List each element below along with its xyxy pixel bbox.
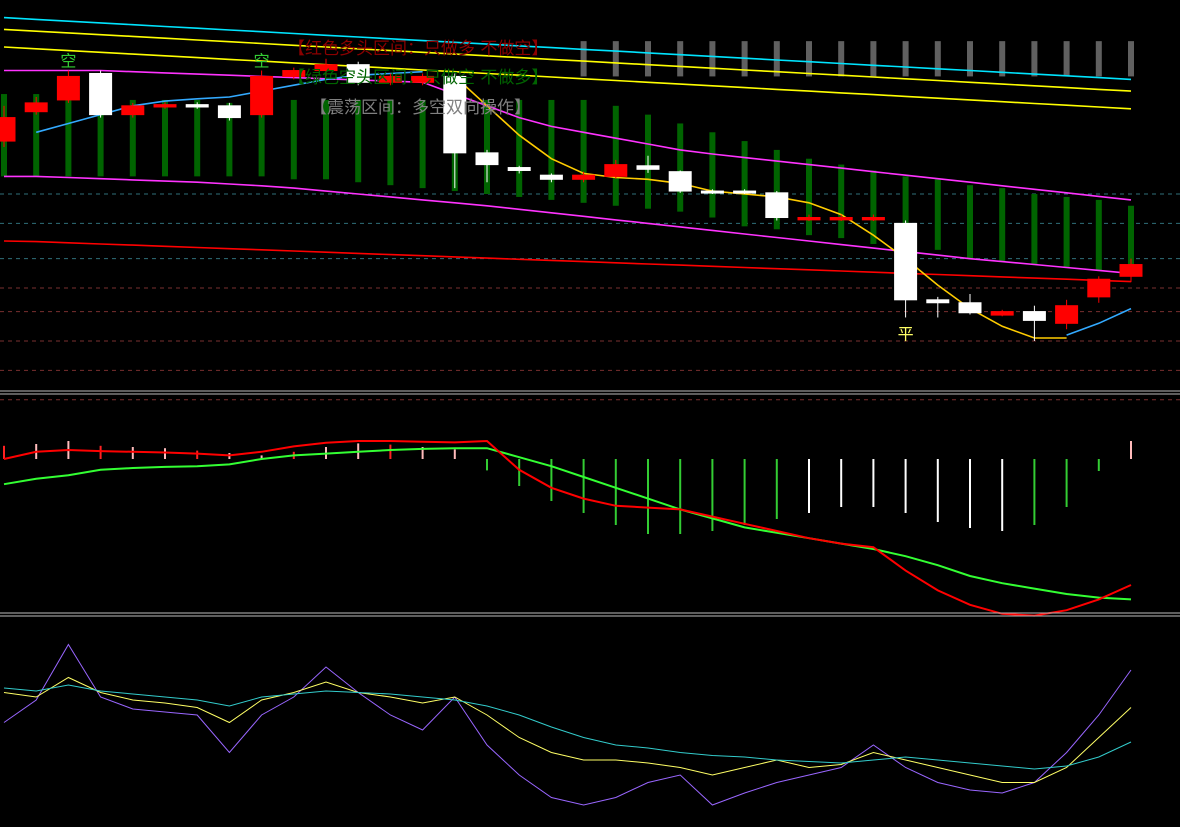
- candle-body: [572, 174, 596, 180]
- candle-body: [89, 72, 113, 116]
- neutral-zone-bar: [1063, 41, 1070, 77]
- neutral-zone-bar: [709, 41, 716, 77]
- bear-zone-bar: [934, 179, 941, 250]
- candle-body: [1087, 278, 1111, 298]
- candle-body: [153, 104, 177, 108]
- candle-body: [56, 75, 80, 101]
- signal-label: 空: [254, 52, 270, 71]
- neutral-zone-bar: [1031, 41, 1038, 77]
- neutral-zone-bar: [1095, 41, 1102, 77]
- bear-zone-bar: [548, 99, 555, 200]
- legend-range: 【震荡区间：多空双向操作】: [310, 98, 531, 118]
- neutral-zone-bar: [838, 41, 845, 77]
- signal-label: 空: [60, 52, 76, 71]
- neutral-zone-bar: [612, 41, 619, 77]
- candle-body: [894, 222, 918, 301]
- bear-zone-bar: [290, 99, 297, 180]
- candle-body: [797, 217, 821, 221]
- bear-zone-bar: [806, 158, 812, 236]
- chart-background: [0, 0, 1180, 827]
- candle-body: [990, 311, 1014, 316]
- bear-zone-bar: [65, 94, 72, 177]
- candle-body: [539, 174, 563, 180]
- bear-zone-bar: [967, 185, 973, 259]
- neutral-zone-bar: [677, 41, 684, 77]
- neutral-zone-bar: [999, 41, 1006, 77]
- candle-body: [668, 171, 692, 192]
- candle-body: [861, 217, 885, 221]
- bear-zone-bar: [194, 99, 201, 177]
- signal-label: 平: [898, 324, 914, 343]
- bear-zone-bar: [1031, 194, 1038, 265]
- neutral-zone-bar: [870, 41, 877, 77]
- legend-bull: 【红色多头区间：只做多 不做空】: [288, 39, 548, 59]
- candle-body: [0, 117, 16, 142]
- bear-zone-bar: [1095, 199, 1102, 271]
- candle-body: [1055, 305, 1079, 324]
- bear-zone-bar: [838, 164, 845, 239]
- legend-bear: 【绿色空头区间：只做空 不做多】: [288, 68, 548, 88]
- bear-zone-bar: [709, 132, 716, 218]
- stock-chart: 空 空平 【红色多头区间：只做多 不做空】 【绿色空头区间：只做空 不做多】 【震…: [0, 0, 1180, 827]
- bear-zone-bar: [612, 105, 619, 206]
- candle-body: [926, 299, 950, 304]
- bear-zone-bar: [580, 99, 587, 203]
- candle-body: [958, 302, 982, 314]
- candle-body: [829, 217, 853, 221]
- candle-body: [1119, 264, 1143, 277]
- neutral-zone-bar: [806, 41, 812, 77]
- candle-body: [121, 105, 145, 116]
- candle-body: [507, 167, 531, 171]
- neutral-zone-bar: [902, 41, 909, 77]
- bear-zone-bar: [1063, 196, 1070, 268]
- candle-body: [185, 104, 209, 108]
- bear-zone-bar: [999, 188, 1006, 262]
- bear-zone-bar: [677, 123, 684, 212]
- candle-body: [765, 192, 789, 219]
- bear-zone-bar: [741, 141, 748, 227]
- candle-body: [604, 164, 628, 177]
- neutral-zone-bar: [1128, 41, 1134, 77]
- candle-body: [217, 105, 241, 119]
- candle-body: [1022, 311, 1046, 321]
- neutral-zone-bar: [645, 41, 651, 77]
- candle-body: [733, 190, 757, 194]
- neutral-zone-bar: [934, 41, 941, 77]
- bear-zone-bar: [162, 99, 168, 177]
- candle-body: [636, 165, 660, 170]
- candle-body: [475, 152, 499, 166]
- candle-body: [250, 75, 274, 116]
- neutral-zone-bar: [580, 41, 587, 77]
- candle-body: [700, 190, 724, 194]
- candle-body: [24, 102, 48, 113]
